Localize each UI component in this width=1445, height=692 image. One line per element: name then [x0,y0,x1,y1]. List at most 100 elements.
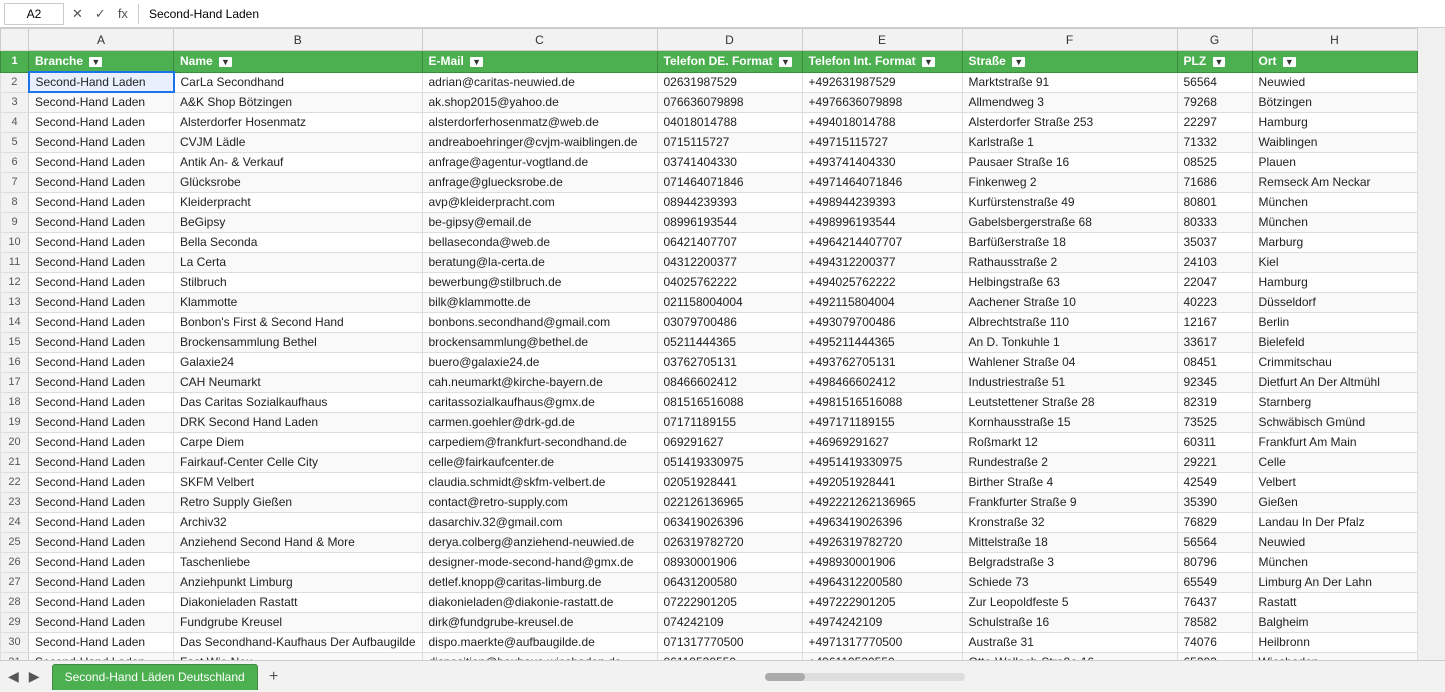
cell-18-telDE[interactable]: 081516516088 [657,392,802,412]
cell-29-email[interactable]: dirk@fundgrube-kreusel.de [422,612,657,632]
cell-23-strasse[interactable]: Frankfurter Straße 9 [962,492,1177,512]
cell-20-telDE[interactable]: 069291627 [657,432,802,452]
cell-6-ort[interactable]: Plauen [1252,152,1417,172]
cell-13-strasse[interactable]: Aachener Straße 10 [962,292,1177,312]
cell-5-email[interactable]: andreaboehringer@cvjm-waiblingen.de [422,132,657,152]
cell-5-strasse[interactable]: Karlstraße 1 [962,132,1177,152]
cell-18-strasse[interactable]: Leutstettener Straße 28 [962,392,1177,412]
cell-28-telInt[interactable]: +497222901205 [802,592,962,612]
cell-5-plz[interactable]: 71332 [1177,132,1252,152]
cell-6-strasse[interactable]: Pausaer Straße 16 [962,152,1177,172]
cell-17-telInt[interactable]: +498466602412 [802,372,962,392]
cell-10-plz[interactable]: 35037 [1177,232,1252,252]
cell-name-box[interactable]: A2 [4,3,64,25]
cell-30-plz[interactable]: 74076 [1177,632,1252,652]
cell-21-ort[interactable]: Celle [1252,452,1417,472]
cell-24-branche[interactable]: Second-Hand Laden [29,512,174,532]
cell-15-strasse[interactable]: An D. Tonkuhle 1 [962,332,1177,352]
cell-9-name[interactable]: BeGipsy [174,212,423,232]
cancel-icon[interactable]: ✕ [68,4,87,24]
cell-21-strasse[interactable]: Rundestraße 2 [962,452,1177,472]
header-branche[interactable]: Branche ▼ [29,51,174,73]
cell-16-branche[interactable]: Second-Hand Laden [29,352,174,372]
cell-3-strasse[interactable]: Allmendweg 3 [962,92,1177,112]
col-header-d[interactable]: D [657,29,802,51]
cell-14-name[interactable]: Bonbon's First & Second Hand [174,312,423,332]
cell-15-telInt[interactable]: +495211444365 [802,332,962,352]
cell-28-plz[interactable]: 76437 [1177,592,1252,612]
add-sheet-button[interactable]: + [262,665,286,689]
cell-7-email[interactable]: anfrage@gluecksrobe.de [422,172,657,192]
cell-3-email[interactable]: ak.shop2015@yahoo.de [422,92,657,112]
cell-29-branche[interactable]: Second-Hand Laden [29,612,174,632]
cell-10-branche[interactable]: Second-Hand Laden [29,232,174,252]
cell-25-telInt[interactable]: +4926319782720 [802,532,962,552]
cell-10-telDE[interactable]: 06421407707 [657,232,802,252]
cell-18-plz[interactable]: 82319 [1177,392,1252,412]
cell-13-telInt[interactable]: +492115804004 [802,292,962,312]
cell-19-telInt[interactable]: +497171189155 [802,412,962,432]
cell-20-strasse[interactable]: Roßmarkt 12 [962,432,1177,452]
cell-15-email[interactable]: brockensammlung@bethel.de [422,332,657,352]
cell-19-branche[interactable]: Second-Hand Laden [29,412,174,432]
cell-12-telInt[interactable]: +494025762222 [802,272,962,292]
cell-13-telDE[interactable]: 021158004004 [657,292,802,312]
filter-email-icon[interactable]: ▼ [470,57,483,67]
header-email[interactable]: E-Mail ▼ [422,51,657,73]
cell-26-ort[interactable]: München [1252,552,1417,572]
cell-14-strasse[interactable]: Albrechtstraße 110 [962,312,1177,332]
cell-12-email[interactable]: bewerbung@stilbruch.de [422,272,657,292]
cell-9-plz[interactable]: 80333 [1177,212,1252,232]
cell-25-telDE[interactable]: 026319782720 [657,532,802,552]
header-telDE[interactable]: Telefon DE. Format ▼ [657,51,802,73]
cell-16-telDE[interactable]: 03762705131 [657,352,802,372]
cell-7-strasse[interactable]: Finkenweg 2 [962,172,1177,192]
cell-8-ort[interactable]: München [1252,192,1417,212]
cell-13-ort[interactable]: Düsseldorf [1252,292,1417,312]
cell-21-email[interactable]: celle@fairkaufcenter.de [422,452,657,472]
cell-31-branche[interactable]: Second-Hand Laden [29,652,174,660]
cell-8-plz[interactable]: 80801 [1177,192,1252,212]
cell-6-branche[interactable]: Second-Hand Laden [29,152,174,172]
cell-4-name[interactable]: Alsterdorfer Hosenmatz [174,112,423,132]
cell-23-branche[interactable]: Second-Hand Laden [29,492,174,512]
cell-27-strasse[interactable]: Schiede 73 [962,572,1177,592]
cell-7-ort[interactable]: Remseck Am Neckar [1252,172,1417,192]
cell-26-strasse[interactable]: Belgradstraße 3 [962,552,1177,572]
cell-5-ort[interactable]: Waiblingen [1252,132,1417,152]
cell-4-telDE[interactable]: 04018014788 [657,112,802,132]
cell-9-telInt[interactable]: +498996193544 [802,212,962,232]
cell-27-ort[interactable]: Limburg An Der Lahn [1252,572,1417,592]
cell-31-name[interactable]: Fast Wie Neu. [174,652,423,660]
confirm-icon[interactable]: ✓ [91,4,110,24]
cell-29-telInt[interactable]: +4974242109 [802,612,962,632]
filter-ort-icon[interactable]: ▼ [1283,57,1296,67]
tab-nav-right[interactable]: ▶ [25,666,44,687]
filter-telDE-icon[interactable]: ▼ [779,57,792,67]
cell-19-email[interactable]: carmen.goehler@drk-gd.de [422,412,657,432]
cell-31-email[interactable]: disposition@bauhaus-wiesbaden.de [422,652,657,660]
cell-2-plz[interactable]: 56564 [1177,72,1252,92]
filter-name-icon[interactable]: ▼ [219,57,232,67]
cell-8-name[interactable]: Kleiderpracht [174,192,423,212]
col-header-g[interactable]: G [1177,29,1252,51]
cell-22-name[interactable]: SKFM Velbert [174,472,423,492]
cell-30-email[interactable]: dispo.maerkte@aufbaugilde.de [422,632,657,652]
cell-7-plz[interactable]: 71686 [1177,172,1252,192]
cell-7-name[interactable]: Glücksrobe [174,172,423,192]
cell-3-branche[interactable]: Second-Hand Laden [29,92,174,112]
cell-30-strasse[interactable]: Austraße 31 [962,632,1177,652]
cell-28-name[interactable]: Diakonieladen Rastatt [174,592,423,612]
cell-4-ort[interactable]: Hamburg [1252,112,1417,132]
cell-19-telDE[interactable]: 07171189155 [657,412,802,432]
cell-23-telInt[interactable]: +492221262136965 [802,492,962,512]
cell-31-plz[interactable]: 65203 [1177,652,1252,660]
cell-28-strasse[interactable]: Zur Leopoldfeste 5 [962,592,1177,612]
cell-28-email[interactable]: diakonieladen@diakonie-rastatt.de [422,592,657,612]
cell-11-email[interactable]: beratung@la-certa.de [422,252,657,272]
cell-3-telInt[interactable]: +4976636079898 [802,92,962,112]
cell-5-telInt[interactable]: +49715115727 [802,132,962,152]
cell-10-strasse[interactable]: Barfüßerstraße 18 [962,232,1177,252]
scroll-track[interactable] [765,673,965,681]
cell-22-strasse[interactable]: Birther Straße 4 [962,472,1177,492]
